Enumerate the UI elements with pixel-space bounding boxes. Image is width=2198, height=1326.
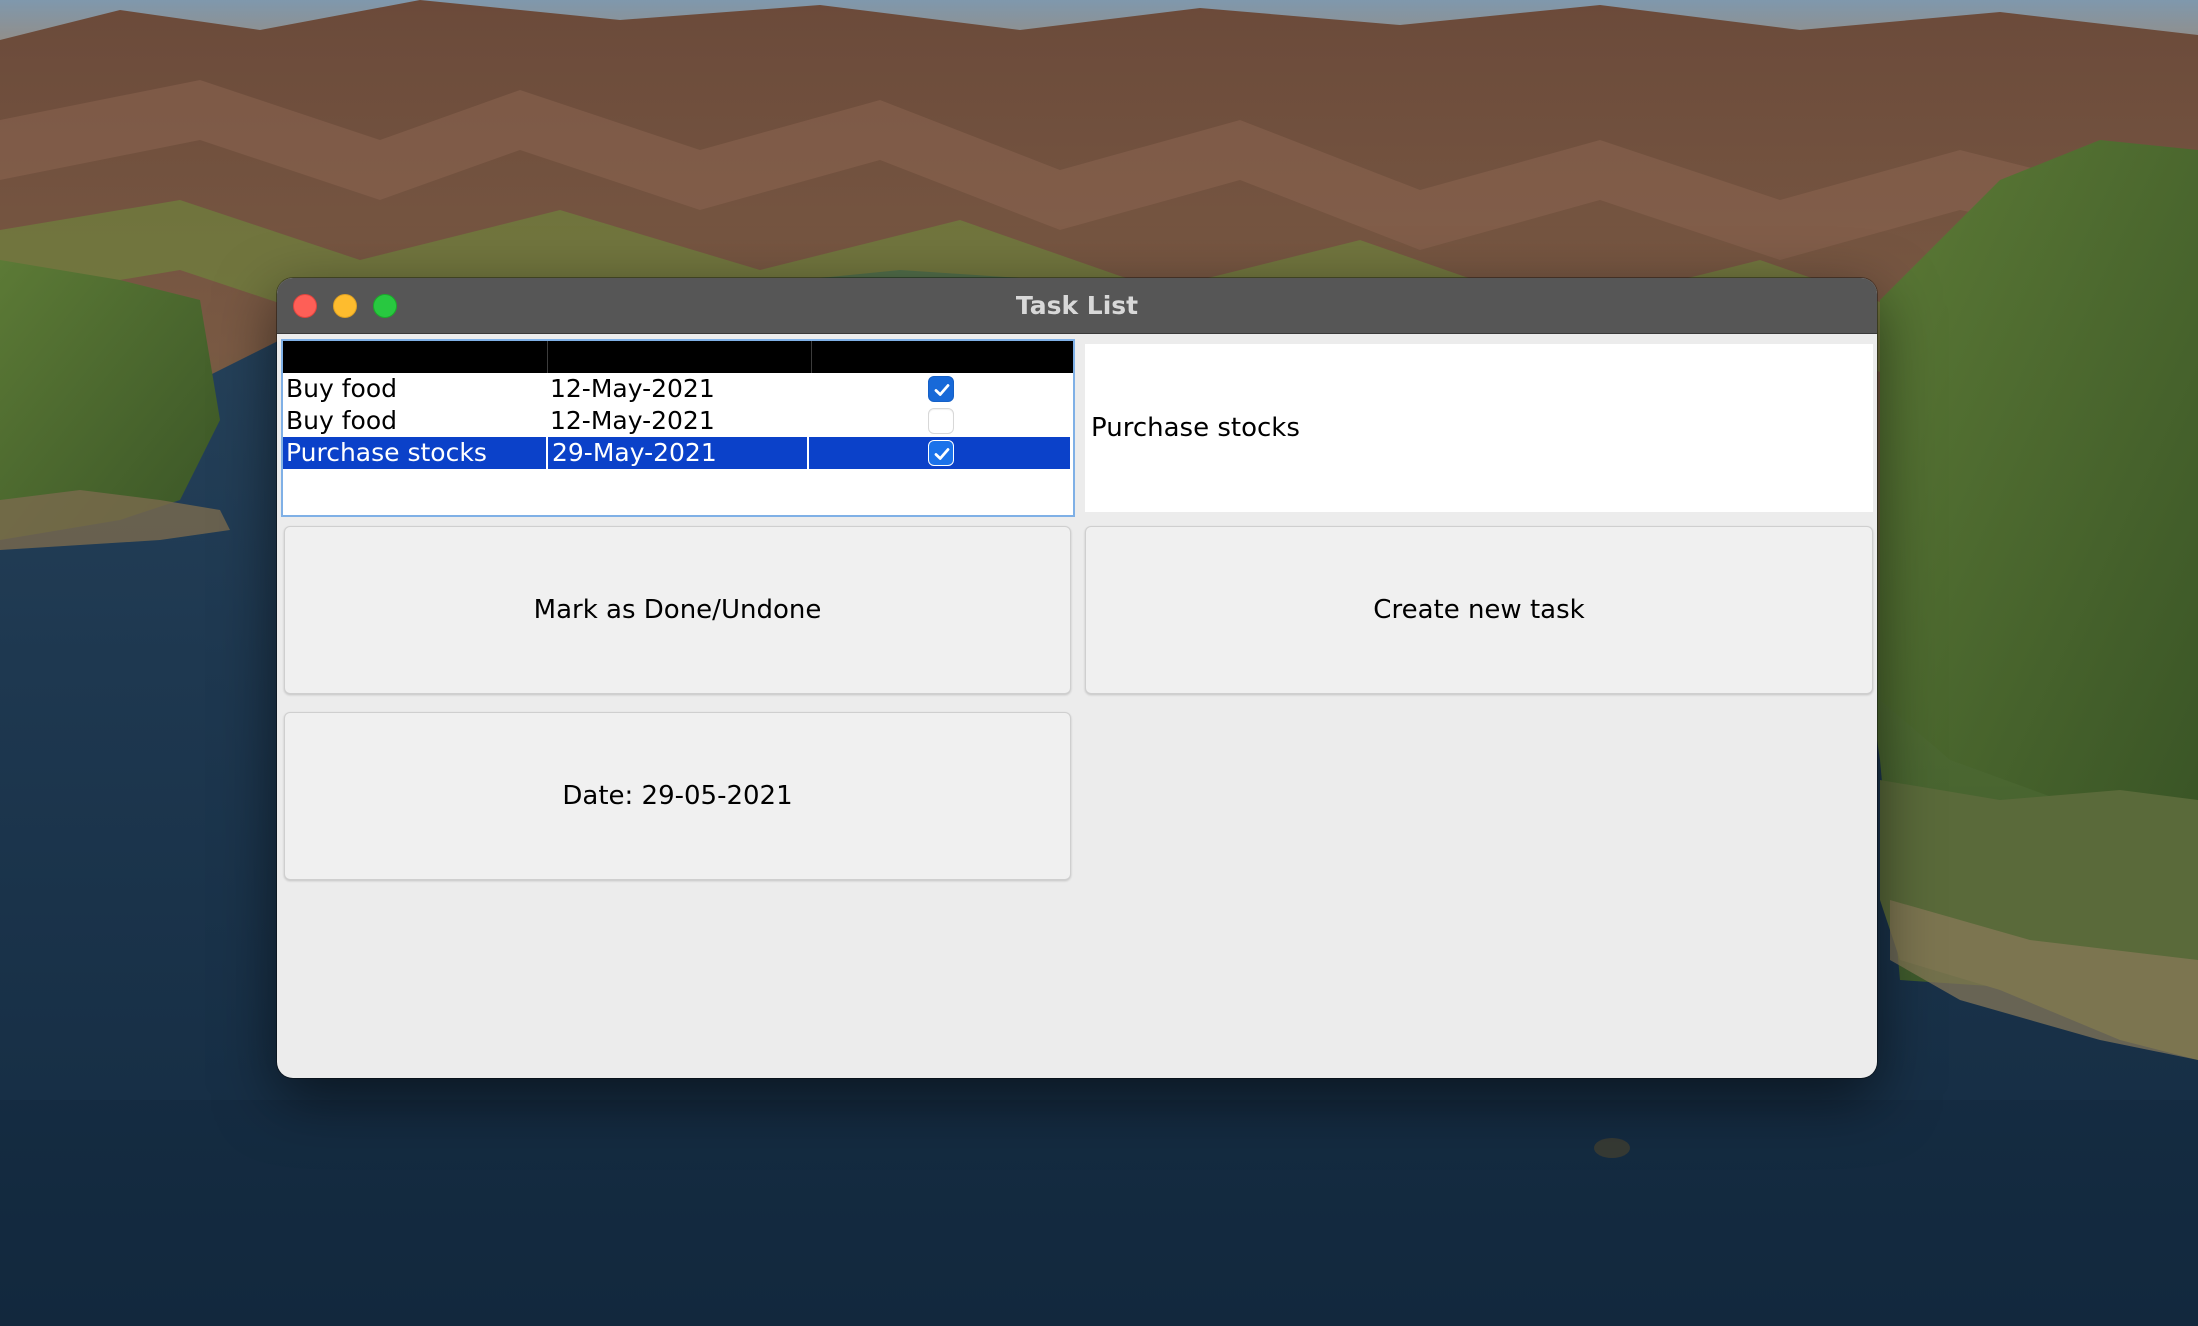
checkmark-icon <box>934 448 950 460</box>
mark-done-button[interactable]: Mark as Done/Undone <box>284 526 1071 694</box>
task-list-window: Task List Buy food 12-May-2021 Buy food … <box>277 278 1877 1078</box>
task-table[interactable]: Buy food 12-May-2021 Buy food 12-May-202… <box>281 339 1075 517</box>
task-date-cell[interactable]: 29-May-2021 <box>546 437 809 469</box>
table-row[interactable]: Buy food 12-May-2021 <box>283 373 1070 405</box>
task-date-cell: 12-May-2021 <box>550 374 715 403</box>
header-divider[interactable] <box>811 341 812 373</box>
window-title: Task List <box>1015 291 1139 320</box>
task-name-cell: Buy food <box>286 406 397 435</box>
task-detail-field[interactable]: Purchase stocks <box>1085 344 1873 512</box>
task-name-cell: Buy food <box>286 374 397 403</box>
title-bar[interactable]: Task List <box>277 278 1877 334</box>
checkmark-icon <box>934 384 950 396</box>
header-divider[interactable] <box>547 341 548 373</box>
table-header <box>283 341 1073 373</box>
task-name-cell: Purchase stocks <box>286 438 487 467</box>
date-button[interactable]: Date: 29-05-2021 <box>284 712 1071 880</box>
done-checkbox[interactable] <box>928 440 954 466</box>
done-checkbox[interactable] <box>928 376 954 402</box>
task-date-cell: 12-May-2021 <box>550 406 715 435</box>
desktop-wallpaper: Task List Buy food 12-May-2021 Buy food … <box>0 0 2198 1326</box>
table-row-selected[interactable]: Purchase stocks 29-May-2021 <box>283 437 1070 469</box>
table-row[interactable]: Buy food 12-May-2021 <box>283 405 1070 437</box>
task-detail-text: Purchase stocks <box>1091 413 1300 443</box>
create-task-button[interactable]: Create new task <box>1085 526 1873 694</box>
done-checkbox[interactable] <box>928 408 954 434</box>
